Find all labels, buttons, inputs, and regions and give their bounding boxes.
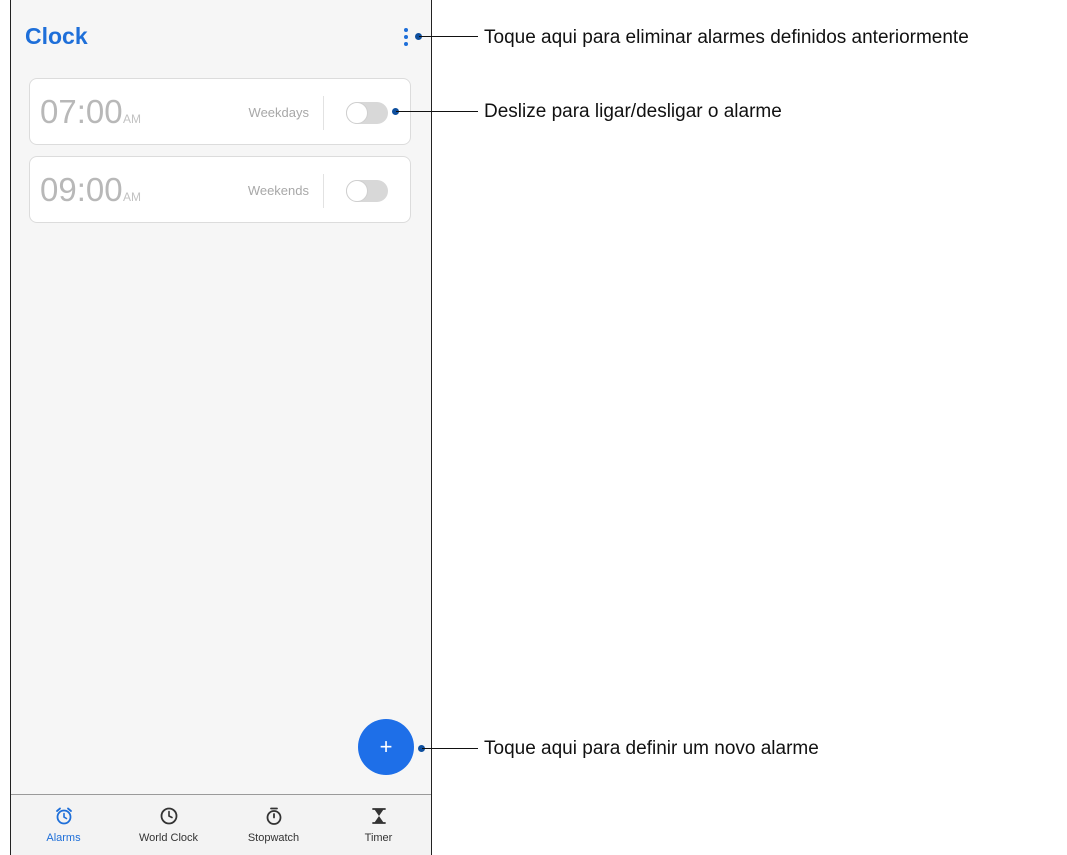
alarm-time: 09:00	[40, 171, 123, 208]
callout-line	[396, 111, 478, 112]
alarm-toggle[interactable]	[346, 102, 388, 124]
alarm-repeat-days: Weekdays	[248, 105, 309, 120]
plus-icon: +	[379, 734, 393, 759]
alarm-repeat-days: Weekends	[247, 183, 309, 198]
tab-label: Stopwatch	[247, 832, 300, 844]
tab-timer[interactable]: Timer	[326, 795, 431, 855]
divider	[323, 174, 324, 208]
overflow-menu-button[interactable]	[399, 24, 413, 50]
alarm-item[interactable]: 07:00 AM Weekdays	[29, 78, 411, 145]
tab-world-clock[interactable]: World Clock	[116, 795, 221, 855]
hourglass-icon	[368, 805, 390, 827]
alarm-toggle[interactable]	[346, 180, 388, 202]
stopwatch-icon	[263, 805, 285, 827]
toggle-knob	[346, 102, 368, 124]
tab-alarms[interactable]: Alarms	[11, 795, 116, 855]
callout-line	[419, 36, 478, 37]
add-alarm-button[interactable]: +	[358, 719, 414, 775]
tab-stopwatch[interactable]: Stopwatch	[221, 795, 326, 855]
menu-dot-icon	[404, 28, 408, 32]
tab-label: Alarms	[46, 832, 81, 844]
toggle-knob	[346, 180, 368, 202]
alarm-ampm: AM	[123, 112, 141, 126]
alarm-ampm: AM	[123, 190, 141, 204]
callout-text: Toque aqui para definir um novo alarme	[484, 738, 819, 759]
callout-text: Toque aqui para eliminar alarmes definid…	[484, 27, 969, 48]
divider	[323, 96, 324, 130]
tab-label: World Clock	[138, 832, 199, 844]
callout-line	[422, 748, 478, 749]
menu-dot-icon	[404, 42, 408, 46]
alarm-icon	[53, 805, 75, 827]
menu-dot-icon	[404, 35, 408, 39]
app-title: Clock	[25, 23, 88, 49]
alarm-time: 07:00	[40, 93, 123, 130]
tab-label: Timer	[364, 832, 393, 844]
bottom-navigation: Alarms World Clock Stopwatch Timer	[11, 794, 431, 855]
callout-text: Deslize para ligar/desligar o alarme	[484, 101, 782, 122]
phone-screen: Clock 07:00 AM Weekdays 09:00 AM Weekend…	[10, 0, 432, 855]
alarm-item[interactable]: 09:00 AM Weekends	[29, 156, 411, 223]
world-clock-icon	[158, 805, 180, 827]
